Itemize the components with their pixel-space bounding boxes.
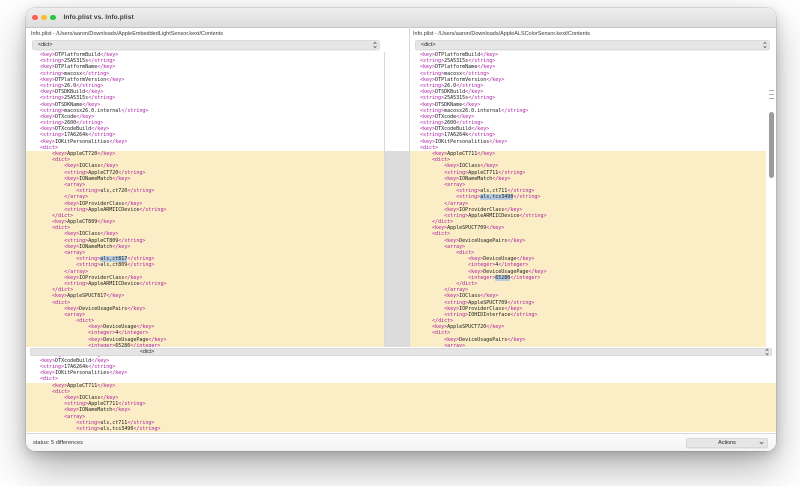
window-title: Info.plist vs. Info.plist bbox=[64, 14, 134, 21]
right-scope-label: <dict> bbox=[421, 42, 435, 48]
traffic-lights bbox=[32, 15, 56, 21]
zoom-button-icon[interactable] bbox=[50, 15, 56, 21]
merge-code-pane[interactable]: <string>2600</string><key>DTXcodeBuild</… bbox=[26, 356, 776, 433]
right-file-path: Info.plist - /Users/aaron/Downloads/Appl… bbox=[413, 31, 590, 37]
actions-label: Actions bbox=[718, 440, 736, 446]
minimize-button-icon[interactable] bbox=[41, 15, 47, 21]
titlebar[interactable]: Info.plist vs. Info.plist bbox=[26, 8, 776, 28]
left-code-pane[interactable]: <key>DTPlatformBuild</key><string>25A531… bbox=[26, 52, 384, 347]
stepper-icon bbox=[765, 348, 769, 356]
diff-selection: 65280 bbox=[495, 275, 510, 281]
right-scrollbar[interactable] bbox=[766, 52, 776, 347]
diff-selection: als,tcs3490 bbox=[480, 194, 513, 200]
stepper-icon bbox=[763, 41, 767, 49]
scrollbar-diff-mark bbox=[769, 90, 774, 91]
merge-scope-popup[interactable]: <dict> bbox=[30, 348, 772, 356]
status-bar: status: 5 differences Actions bbox=[26, 433, 776, 451]
right-code-pane[interactable]: <key>DTPlatformBuild</key><string>25A531… bbox=[409, 52, 766, 347]
merge-header-bar: <dict> bbox=[26, 347, 776, 356]
scrollbar-diff-mark bbox=[769, 94, 774, 95]
pane-divider bbox=[409, 27, 410, 347]
code-line: <string>als,tcs3490</string> bbox=[26, 426, 776, 432]
left-scope-popup[interactable]: <dict> bbox=[32, 40, 380, 50]
chevron-down-icon bbox=[759, 441, 764, 445]
pane-divider bbox=[384, 52, 385, 347]
status-text: status: 5 differences bbox=[33, 440, 83, 446]
app-window: Info.plist vs. Info.plist Info.plist - /… bbox=[26, 8, 776, 451]
left-scope-label: <dict> bbox=[38, 42, 52, 48]
merge-scope-label: <dict> bbox=[140, 349, 154, 355]
right-scope-popup[interactable]: <dict> bbox=[415, 40, 770, 50]
diff-connector bbox=[384, 151, 409, 347]
close-button-icon[interactable] bbox=[32, 15, 38, 21]
stepper-icon bbox=[373, 41, 377, 49]
diff-gutter bbox=[384, 52, 409, 347]
scrollbar-diff-mark bbox=[769, 98, 774, 99]
actions-popup[interactable]: Actions bbox=[686, 438, 768, 448]
diff-selection: als,ct817 bbox=[100, 256, 127, 262]
left-file-path: Info.plist - /Users/aaron/Downloads/Appl… bbox=[31, 31, 223, 37]
scrollbar-thumb[interactable] bbox=[769, 112, 774, 178]
